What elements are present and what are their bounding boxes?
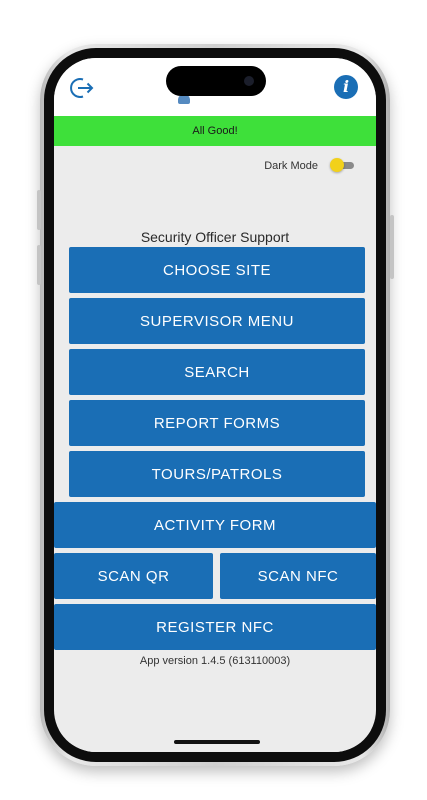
- scan-nfc-button[interactable]: SCAN NFC: [220, 553, 376, 599]
- phone-side-button: [390, 215, 394, 279]
- register-nfc-button[interactable]: REGISTER NFC: [54, 604, 376, 650]
- toggle-knob: [330, 158, 344, 172]
- page-subtitle: Security Officer Support: [140, 229, 290, 245]
- activity-form-button[interactable]: ACTIVITY FORM: [54, 502, 376, 548]
- scan-qr-button[interactable]: SCAN QR: [54, 553, 213, 599]
- logout-icon[interactable]: [68, 75, 94, 101]
- supervisor-menu-button[interactable]: SUPERVISOR MENU: [69, 298, 365, 344]
- app-version: App version 1.4.5 (613110003): [139, 655, 291, 667]
- phone-side-button: [37, 245, 41, 285]
- phone-side-button: [37, 190, 41, 230]
- status-text: All Good!: [192, 125, 238, 137]
- tours-patrols-button[interactable]: TOURS/PATROLS: [69, 451, 365, 497]
- app-screen: i All Good! Dark Mode Security Officer S…: [54, 58, 376, 752]
- dark-mode-label: Dark Mode: [264, 160, 318, 172]
- dynamic-island: [166, 66, 266, 96]
- camera-icon: [244, 76, 254, 86]
- home-indicator[interactable]: [174, 740, 260, 744]
- status-banner: All Good!: [54, 116, 376, 146]
- report-forms-button[interactable]: REPORT FORMS: [69, 400, 365, 446]
- choose-site-button[interactable]: CHOOSE SITE: [69, 247, 365, 293]
- search-button[interactable]: SEARCH: [69, 349, 365, 395]
- info-icon[interactable]: i: [334, 75, 358, 99]
- dark-mode-toggle[interactable]: [330, 158, 354, 172]
